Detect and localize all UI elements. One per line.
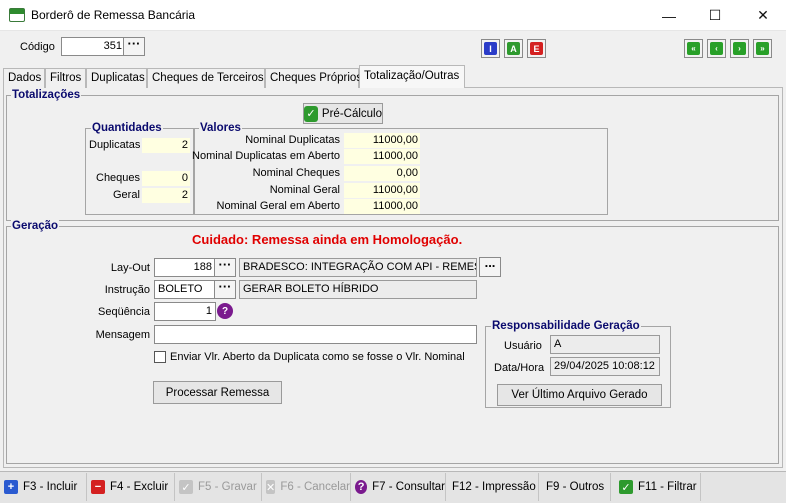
nominal-geral-value: 11000,00	[344, 183, 420, 198]
nominal-geral-label: Nominal Geral	[269, 184, 340, 196]
info-icon: I	[484, 42, 497, 55]
window-title: Borderô de Remessa Bancária	[31, 8, 196, 22]
first-record-icon: «	[687, 42, 700, 55]
code-lookup-button[interactable]: ···	[123, 37, 145, 56]
minimize-button[interactable]: —	[646, 0, 692, 31]
nominal-duplicatas-aberto-value: 11000,00	[344, 149, 420, 164]
last-record-icon: »	[756, 42, 769, 55]
incluir-label: F3 - Incluir	[23, 481, 78, 493]
code-label: Código	[20, 41, 55, 53]
nominal-geral-aberto-label: Nominal Geral em Aberto	[216, 200, 341, 212]
layout-more-button[interactable]: ...	[479, 256, 501, 277]
qtd-duplicatas-label: Duplicatas	[89, 139, 141, 151]
tab-filtros[interactable]: Filtros	[45, 68, 86, 88]
excluir-button[interactable]: − F4 - Excluir	[87, 473, 175, 501]
ver-ultimo-arquivo-button[interactable]: Ver Último Arquivo Gerado	[497, 384, 662, 406]
mensagem-field[interactable]	[154, 325, 477, 344]
totalizacoes-title: Totalizações	[11, 89, 82, 101]
nav-next-button[interactable]: ›	[730, 39, 749, 58]
usuario-label: Usuário	[504, 340, 542, 352]
nominal-geral-aberto-value: 11000,00	[344, 199, 420, 214]
datahora-label: Data/Hora	[494, 362, 545, 374]
tab-cheques-terceiros[interactable]: Cheques de Terceiros	[147, 68, 265, 88]
pre-calculo-label: Pré-Cálculo	[321, 107, 382, 120]
enviar-aberto-checkbox[interactable]	[154, 351, 166, 363]
outros-button[interactable]: F9 - Outros	[539, 473, 611, 501]
qtd-geral-value: 2	[142, 188, 190, 203]
consultar-label: F7 - Consultar	[372, 481, 445, 493]
outros-label: F9 - Outros	[546, 481, 605, 493]
instrucao-description: GERAR BOLETO HÍBRIDO	[239, 280, 477, 299]
info-button[interactable]: I	[481, 39, 500, 58]
instrucao-field[interactable]: BOLETO	[154, 280, 216, 299]
tab-duplicatas[interactable]: Duplicatas	[86, 68, 147, 88]
a-button[interactable]: A	[504, 39, 523, 58]
qtd-cheques-value: 0	[142, 171, 190, 186]
instrucao-label: Instrução	[104, 284, 150, 296]
layout-lookup-button[interactable]: ···	[214, 258, 236, 277]
usuario-field: A	[550, 335, 660, 354]
nav-prev-button[interactable]: ‹	[707, 39, 726, 58]
plus-icon: +	[4, 480, 18, 494]
incluir-button[interactable]: + F3 - Incluir	[0, 473, 87, 501]
check-icon: ✓	[619, 480, 633, 494]
cancelar-button[interactable]: ✕ F6 - Cancelar	[262, 473, 351, 501]
question-icon: ?	[355, 480, 368, 494]
code-field[interactable]: 351	[61, 37, 126, 56]
qtd-duplicatas-value: 2	[142, 138, 190, 153]
layout-code-field[interactable]: 188	[154, 258, 216, 277]
tab-totalizacao-outras[interactable]: Totalização/Outras	[359, 65, 465, 88]
excluir-label: F4 - Excluir	[110, 481, 169, 493]
nav-last-button[interactable]: »	[753, 39, 772, 58]
gravar-label: F5 - Gravar	[198, 481, 257, 493]
mensagem-label: Mensagem	[95, 329, 150, 341]
e-button[interactable]: E	[527, 39, 546, 58]
layout-label: Lay-Out	[110, 262, 150, 274]
homologation-warning: Cuidado: Remessa ainda em Homologação.	[192, 232, 463, 247]
next-record-icon: ›	[733, 42, 746, 55]
filtrar-button[interactable]: ✓ F11 - Filtrar	[611, 473, 701, 501]
nominal-duplicatas-label: Nominal Duplicatas	[245, 134, 340, 146]
consultar-button[interactable]: ? F7 - Consultar	[351, 473, 446, 501]
geracao-title: Geração	[11, 220, 60, 232]
check-icon: ✓	[304, 105, 318, 122]
tab-dados[interactable]: Dados	[3, 68, 45, 88]
maximize-button[interactable]: ☐	[692, 0, 738, 31]
gravar-button[interactable]: ✓ F5 - Gravar	[175, 473, 262, 501]
quantidades-title: Quantidades	[91, 122, 163, 134]
sequencia-help-icon[interactable]: ?	[217, 303, 233, 319]
sequencia-field[interactable]: 1	[154, 302, 216, 321]
qtd-geral-label: Geral	[113, 189, 140, 201]
impressao-button[interactable]: F12 - Impressão	[446, 473, 539, 501]
nominal-cheques-value: 0,00	[344, 166, 420, 181]
pre-calculo-button[interactable]: ✓ Pré-Cálculo	[303, 103, 383, 124]
nominal-duplicatas-value: 11000,00	[344, 133, 420, 148]
nominal-cheques-label: Nominal Cheques	[252, 167, 340, 179]
instrucao-lookup-button[interactable]: ···	[214, 280, 236, 299]
valores-title: Valores	[199, 122, 242, 134]
x-icon: ✕	[266, 480, 276, 494]
responsabilidade-title: Responsabilidade Geração	[491, 320, 641, 332]
minus-icon: −	[91, 480, 105, 494]
nav-first-button[interactable]: «	[684, 39, 703, 58]
processar-remessa-button[interactable]: Processar Remessa	[153, 381, 282, 404]
filtrar-label: F11 - Filtrar	[638, 481, 697, 493]
impressao-label: F12 - Impressão	[452, 481, 536, 493]
qtd-cheques-label: Cheques	[96, 172, 141, 184]
a-icon: A	[507, 42, 520, 55]
close-button[interactable]: ✕	[740, 0, 786, 31]
sequencia-label: Seqüência	[98, 306, 150, 318]
check-icon: ✓	[179, 480, 193, 494]
datahora-field: 29/04/2025 10:08:12	[550, 357, 660, 376]
nominal-duplicatas-aberto-label: Nominal Duplicatas em Aberto	[192, 150, 340, 162]
e-icon: E	[530, 42, 543, 55]
layout-description: BRADESCO: INTEGRAÇÃO COM API - REMESSA	[239, 258, 477, 277]
tab-cheques-proprios[interactable]: Cheques Próprios	[265, 68, 362, 88]
previous-record-icon: ‹	[710, 42, 723, 55]
app-icon	[9, 8, 25, 22]
enviar-aberto-label: Enviar Vlr. Aberto da Duplicata como se …	[170, 351, 465, 363]
cancelar-label: F6 - Cancelar	[280, 481, 350, 493]
